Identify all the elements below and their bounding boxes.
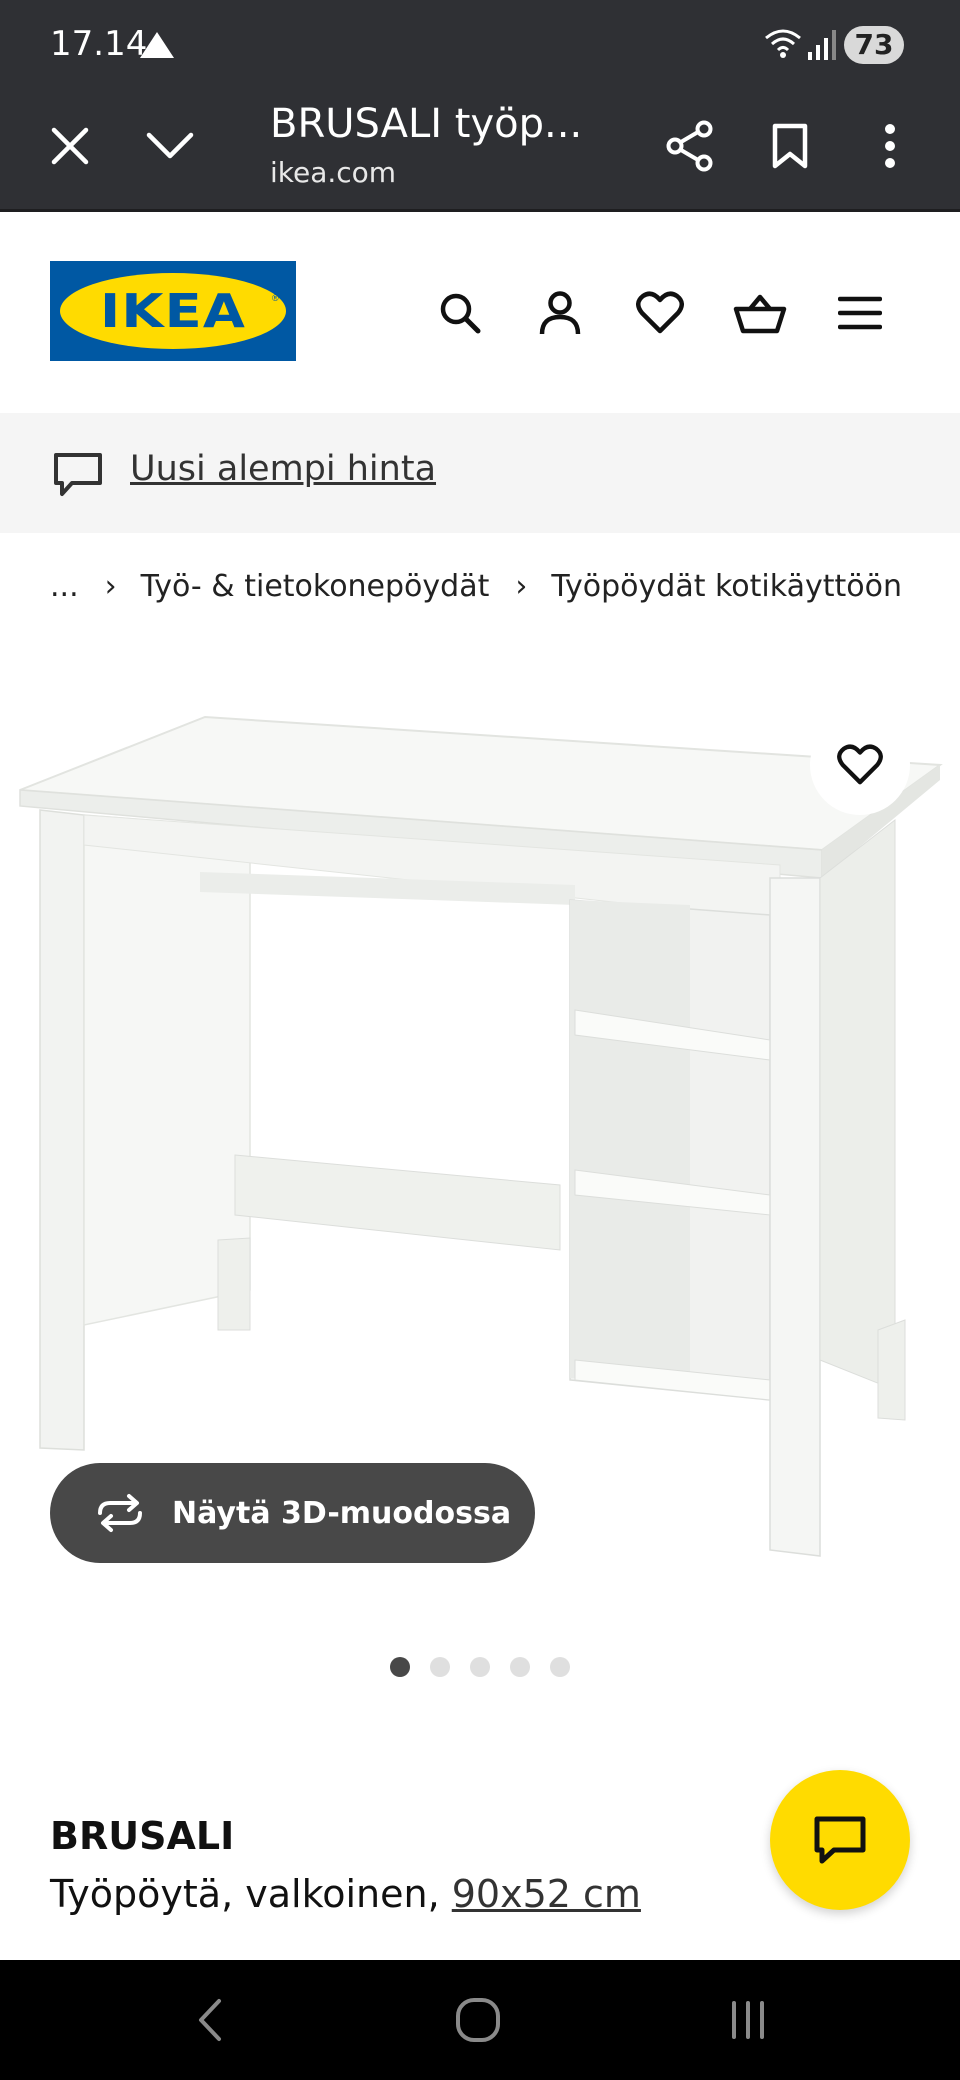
status-time: 17.14 — [50, 24, 148, 64]
page-domain: ikea.com — [270, 156, 397, 189]
gallery-dot-4[interactable] — [510, 1657, 530, 1677]
signal-icon — [808, 30, 836, 65]
system-navigation-bar — [0, 1960, 960, 2080]
wifi-icon — [764, 26, 802, 65]
speech-bubble-icon — [52, 451, 104, 504]
close-icon — [51, 127, 89, 165]
system-home-button[interactable] — [448, 1990, 508, 2050]
more-options-button[interactable] — [860, 116, 920, 176]
ikea-logo[interactable]: IKEA ® — [50, 261, 296, 361]
gallery-dot-3[interactable] — [470, 1657, 490, 1677]
status-bar: 17.14 73 — [0, 0, 960, 88]
breadcrumb-item-desks[interactable]: Työ- & tietokonepöydät — [141, 569, 490, 604]
gallery-pagination — [390, 1657, 570, 1677]
close-tab-button[interactable] — [40, 116, 100, 176]
heart-icon — [636, 291, 684, 334]
new-lower-price-link[interactable]: Uusi alempi hinta — [130, 449, 436, 489]
heart-icon — [837, 744, 883, 785]
system-back-button[interactable] — [180, 1990, 240, 2050]
system-recents-button[interactable] — [718, 1990, 778, 2050]
chat-icon — [814, 1816, 866, 1864]
product-name: BRUSALI — [50, 1814, 235, 1858]
hamburger-menu-icon — [838, 296, 882, 330]
minimize-button[interactable] — [140, 116, 200, 176]
more-vertical-icon — [885, 124, 895, 168]
page-title: BRUSALI työp... — [270, 101, 583, 147]
home-icon — [456, 1998, 500, 2042]
breadcrumb-item-ellipsis[interactable]: ... — [50, 569, 79, 604]
search-icon — [440, 293, 481, 334]
share-icon — [666, 120, 713, 172]
view-3d-button[interactable]: Näytä 3D-muodossa — [50, 1463, 535, 1563]
view-3d-label: Näytä 3D-muodossa — [172, 1495, 512, 1531]
chevron-down-icon — [146, 132, 194, 159]
gallery-dot-5[interactable] — [550, 1657, 570, 1677]
chat-button[interactable] — [770, 1770, 910, 1910]
bookmark-button[interactable] — [760, 116, 820, 176]
basket-button[interactable] — [732, 285, 788, 341]
product-type: Työpöytä, valkoinen, — [50, 1872, 440, 1916]
search-button[interactable] — [432, 285, 488, 341]
battery-indicator: 73 — [844, 26, 904, 64]
favourites-button[interactable] — [632, 285, 688, 341]
breadcrumb-separator: › — [515, 568, 528, 604]
promo-banner: Uusi alempi hinta — [0, 413, 960, 533]
navigation-arrow-icon — [140, 32, 174, 58]
menu-button[interactable] — [832, 285, 888, 341]
gallery-dot-1[interactable] — [390, 1657, 410, 1677]
site-header: IKEA ® — [0, 215, 960, 413]
account-button[interactable] — [532, 285, 588, 341]
registered-mark: ® — [272, 293, 279, 303]
breadcrumb-separator: › — [104, 568, 117, 604]
breadcrumb: ... › Työ- & tietokonepöydät › Työpöydät… — [50, 566, 902, 606]
back-icon — [199, 1999, 221, 2041]
product-image[interactable] — [0, 690, 960, 1590]
product-description: Työpöytä, valkoinen, 90x52 cm — [50, 1872, 641, 1916]
bookmark-icon — [772, 123, 808, 169]
rotate-3d-icon — [98, 1494, 142, 1532]
gallery-dot-2[interactable] — [430, 1657, 450, 1677]
browser-toolbar: BRUSALI työp... ikea.com — [0, 88, 960, 212]
shopping-basket-icon — [733, 294, 787, 334]
add-to-favourites-button[interactable] — [810, 715, 910, 815]
breadcrumb-item-home-desks[interactable]: Työpöydät kotikäyttöön — [551, 569, 902, 604]
user-icon — [539, 291, 581, 335]
product-dimensions-link[interactable]: 90x52 cm — [452, 1872, 641, 1916]
share-button[interactable] — [660, 116, 720, 176]
recent-apps-icon — [732, 2001, 764, 2039]
address-area[interactable]: BRUSALI työp... ikea.com — [270, 94, 630, 189]
